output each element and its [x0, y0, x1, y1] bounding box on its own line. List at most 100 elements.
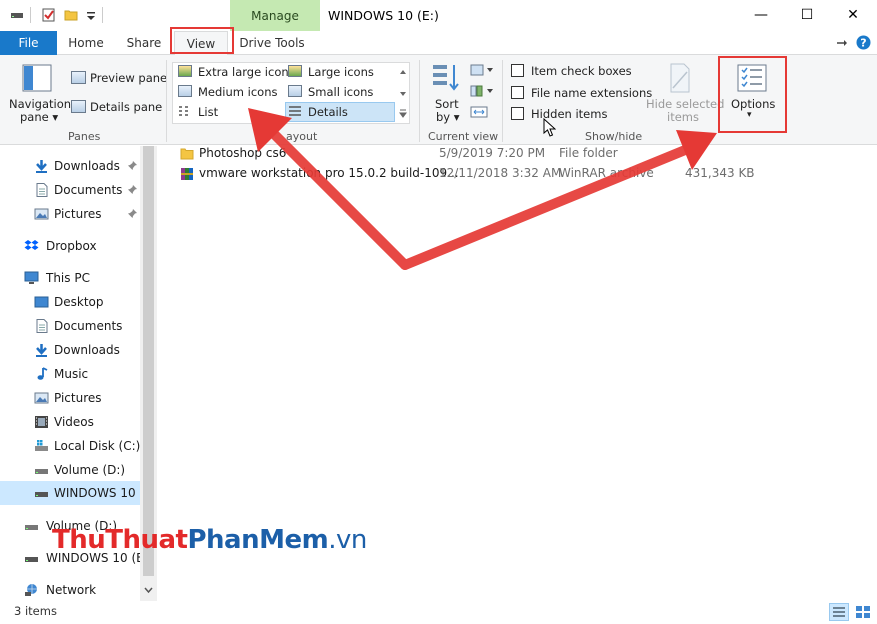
sort-by-icon[interactable] — [431, 62, 461, 92]
layout-small-icons[interactable]: Small icons — [308, 85, 373, 99]
status-bar — [0, 601, 877, 624]
tab-share[interactable]: Share — [120, 31, 168, 55]
layout-list[interactable]: List — [198, 105, 218, 119]
details-icon — [289, 106, 301, 116]
layout-large-icons[interactable]: Large icons — [308, 65, 374, 79]
tab-drive-tools[interactable]: Drive Tools — [238, 31, 306, 55]
item-check-boxes-checkbox[interactable] — [511, 64, 524, 77]
group-by-icon[interactable] — [470, 63, 494, 77]
options-highlight — [718, 56, 787, 133]
collapse-ribbon-icon[interactable] — [836, 37, 848, 49]
desktop-icon — [34, 296, 49, 308]
close-button[interactable]: ✕ — [830, 0, 876, 31]
nav-item-pictures-quick[interactable]: Pictures — [0, 202, 140, 226]
nav-item-downloads[interactable]: Downloads — [0, 338, 140, 362]
folder-icon — [180, 148, 194, 160]
layout-gallery-scroll[interactable] — [398, 66, 408, 122]
window-title: WINDOWS 10 (E:) — [328, 8, 439, 23]
drive-icon — [25, 557, 38, 562]
extra-large-icons-icon — [178, 65, 192, 77]
help-icon[interactable]: ? — [856, 35, 871, 50]
nav-item-network[interactable]: Network — [0, 578, 140, 602]
watermark-part-3: .vn — [328, 525, 367, 555]
navigation-pane-button[interactable]: Navigation — [9, 97, 71, 111]
current-view-group-label: Current view — [428, 130, 499, 143]
nav-item-documents[interactable]: Documents — [0, 314, 140, 338]
hide-selected-items-button[interactable]: Hide selected — [646, 97, 724, 111]
nav-item-dropbox[interactable]: Dropbox — [0, 234, 140, 258]
nav-item-videos[interactable]: Videos — [0, 410, 140, 434]
winrar-archive-icon — [181, 168, 193, 180]
nav-scroll-thumb[interactable] — [143, 146, 154, 576]
pin-icon[interactable] — [127, 208, 138, 219]
file-type: File folder — [559, 146, 618, 160]
minimize-button[interactable]: — — [738, 0, 784, 31]
file-size: 431,343 KB — [685, 166, 755, 180]
layout-details[interactable]: Details — [308, 105, 348, 119]
item-check-boxes-label[interactable]: Item check boxes — [531, 64, 632, 78]
group-divider — [419, 60, 420, 142]
file-name-extensions-label[interactable]: File name extensions — [531, 86, 652, 100]
qat-customize-icon[interactable] — [84, 8, 98, 22]
music-note-icon — [37, 367, 48, 380]
windows-drive-icon — [35, 440, 48, 451]
properties-icon[interactable] — [42, 8, 56, 22]
show-hide-group-label: Show/hide — [585, 130, 643, 143]
sort-by-button[interactable]: Sort — [435, 97, 459, 111]
layout-extra-large-icons[interactable]: Extra large icons — [198, 65, 295, 79]
nav-item-downloads-quick[interactable]: Downloads — [0, 154, 140, 178]
layout-group-label: ayout — [286, 130, 318, 143]
file-type: WinRAR archive — [559, 166, 654, 180]
size-columns-icon[interactable] — [470, 105, 488, 119]
table-row[interactable]: vmware workstation pro 15.0.2 build-109.… — [158, 165, 755, 183]
file-name-extensions-checkbox[interactable] — [511, 86, 524, 99]
table-row[interactable]: Photoshop cs6 5/9/2019 7:20 PM File fold… — [158, 145, 748, 163]
nav-item-volume-d[interactable]: Volume (D:) — [0, 458, 140, 482]
nav-item-this-pc[interactable]: This PC — [0, 266, 140, 290]
nav-item-desktop[interactable]: Desktop — [0, 290, 140, 314]
drive-icon — [25, 525, 38, 530]
item-count: 3 items — [14, 604, 57, 618]
view-tab-highlight — [170, 27, 234, 54]
document-icon — [36, 183, 48, 197]
dropbox-icon — [24, 240, 39, 250]
add-columns-icon[interactable] — [470, 84, 494, 98]
preview-pane-button[interactable]: Preview pane — [90, 71, 167, 85]
scroll-down-arrow-icon[interactable] — [143, 585, 154, 596]
drive-icon — [35, 492, 48, 497]
file-date: 12/11/2018 3:32 AM — [439, 166, 562, 180]
drive-icon — [35, 469, 48, 474]
navigation-pane-dropdown[interactable]: pane ▾ — [20, 110, 58, 124]
nav-item-documents-quick[interactable]: Documents — [0, 178, 140, 202]
nav-item-music[interactable]: Music — [0, 362, 140, 386]
manage-context-tab[interactable]: Manage — [230, 0, 320, 31]
maximize-button[interactable]: ☐ — [784, 0, 830, 31]
file-name: Photoshop cs6 — [199, 146, 287, 160]
group-divider — [166, 60, 167, 142]
details-view-icon[interactable] — [829, 603, 849, 621]
layout-medium-icons[interactable]: Medium icons — [198, 85, 277, 99]
sort-by-dropdown[interactable]: by ▾ — [436, 110, 460, 124]
nav-item-windows-10-e[interactable]: WINDOWS 10 (E — [0, 481, 152, 505]
pin-icon[interactable] — [127, 160, 138, 171]
svg-text:?: ? — [860, 37, 866, 50]
nav-item-pictures[interactable]: Pictures — [0, 386, 140, 410]
file-date: 5/9/2019 7:20 PM — [439, 146, 546, 160]
nav-item-local-disk-c[interactable]: Local Disk (C:) — [0, 434, 140, 458]
navigation-pane-icon[interactable] — [22, 64, 52, 92]
hide-selected-items-line2: items — [667, 110, 699, 124]
download-arrow-icon — [36, 344, 47, 357]
preview-pane-icon — [71, 71, 86, 84]
details-pane-button[interactable]: Details pane — [90, 100, 162, 114]
watermark-part-2: PhanMem — [187, 525, 329, 555]
tab-file[interactable]: File — [0, 31, 57, 55]
new-folder-icon[interactable] — [64, 8, 78, 22]
qat-divider — [30, 7, 31, 23]
mouse-cursor-icon — [543, 118, 556, 137]
drive-icon — [11, 13, 23, 18]
pin-icon[interactable] — [127, 184, 138, 195]
tab-home[interactable]: Home — [62, 31, 110, 55]
large-icons-view-icon[interactable] — [853, 603, 873, 621]
hide-selected-items-icon — [670, 63, 690, 93]
hidden-items-checkbox[interactable] — [511, 107, 524, 120]
